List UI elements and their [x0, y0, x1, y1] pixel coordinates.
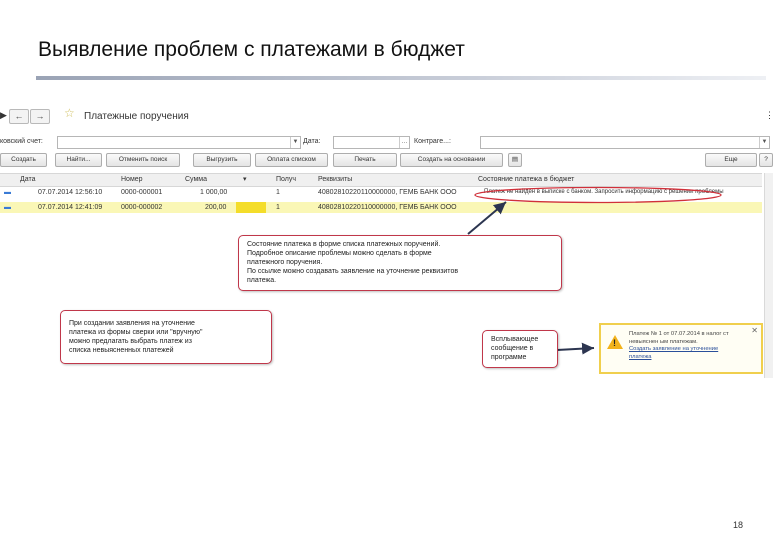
popup-callout: Всплывающее сообщение в программе [482, 330, 558, 368]
date-label: Дата: [303, 138, 321, 145]
column-number[interactable]: Номер [121, 174, 143, 185]
popup-text: Платеж № 1 от 07.07.2014 в налог ст [629, 331, 729, 337]
report-icon[interactable]: ▤ [508, 153, 522, 167]
row-date: 07.07.2014 12:56:10 [38, 189, 103, 196]
arrow-right-icon: → [35, 111, 45, 121]
status-callout-line: платежного поручения. [247, 259, 323, 266]
statement-callout-line: платежа из формы сверки или "вручную" [69, 329, 203, 336]
pay-list-button[interactable]: Оплата списком [255, 153, 328, 167]
row-amount: 1 000,00 [200, 189, 228, 196]
column-sort-icon[interactable]: ▾ [243, 174, 247, 185]
row-details: 40802810220110000000, ГЕМБ БАНК ООО [318, 204, 457, 211]
status-callout-line: Состояние платежа в форме списка платежн… [247, 241, 441, 248]
column-details[interactable]: Реквизиты [318, 174, 352, 185]
statement-callout-line: При создании заявления на уточнение [69, 320, 195, 327]
back-button[interactable]: ← [9, 109, 29, 124]
page-number: 18 [733, 520, 744, 530]
row-amount: 200,00 [205, 204, 227, 211]
warning-icon: ! [607, 335, 623, 349]
table-row[interactable]: ▬ 07.07.2014 12:56:10 0000-000001 1 000,… [0, 187, 762, 198]
account-field[interactable]: ▼ [57, 136, 301, 149]
table-header: Дата Номер Сумма ▾ Получ Реквизиты Состо… [0, 173, 762, 187]
status-callout-line: Подробное описание проблемы можно сделат… [247, 250, 432, 257]
forward-button[interactable]: → [30, 109, 50, 124]
create-button[interactable]: Создать [0, 153, 47, 167]
more-vertical-icon[interactable]: ⋮ [765, 110, 774, 121]
calendar-icon[interactable]: … [399, 137, 409, 148]
row-recipient: 1 [276, 189, 280, 196]
chevron-down-icon[interactable]: ▼ [759, 137, 769, 148]
column-status[interactable]: Состояние платежа в бюджет [478, 174, 574, 185]
find-button[interactable]: Найти... [55, 153, 102, 167]
table-row[interactable]: ▬ 07.07.2014 12:41:09 0000-000002 200,00… [0, 202, 762, 213]
column-amount[interactable]: Сумма [185, 174, 207, 185]
row-status[interactable]: Платеж не найден в выписке с банком. Зап… [484, 187, 724, 198]
close-icon[interactable]: ✕ [751, 326, 758, 335]
row-number: 0000-000002 [121, 204, 163, 211]
left-edge-marker: ▶ [0, 110, 7, 120]
popup-callout-line: сообщение в [491, 345, 534, 352]
column-date[interactable]: Дата [20, 174, 36, 185]
popup-callout-line: Всплывающее [491, 336, 539, 343]
row-recipient: 1 [276, 204, 280, 211]
popup-callout-line: программе [491, 354, 527, 361]
row-date: 07.07.2014 12:41:09 [38, 204, 103, 211]
create-request-link-cont[interactable]: платежа [629, 354, 729, 362]
popup-text: невыяснен ым платежам. [629, 338, 698, 345]
help-button[interactable]: ? [759, 153, 773, 167]
statement-callout-line: списка невыясненных платежей [69, 347, 174, 354]
counterparty-field[interactable]: ▼ [480, 136, 770, 149]
print-button[interactable]: Печать [333, 153, 397, 167]
vertical-scrollbar[interactable] [764, 173, 773, 378]
row-number: 0000-000001 [121, 189, 163, 196]
statement-callout-line: можно предлагать выбрать платеж из [69, 338, 192, 345]
status-callout: Состояние платежа в форме списка платежн… [238, 235, 562, 291]
status-callout-line: По ссылке можно создавать заявление на у… [247, 268, 459, 275]
statement-callout: При создании заявления на уточнение плат… [60, 310, 272, 364]
account-label: ковский счет: [0, 138, 43, 145]
create-request-link[interactable]: Создать заявление на уточнение [629, 346, 729, 354]
doc-icon: ▬ [4, 204, 11, 211]
window-title: Платежные поручения [84, 111, 189, 122]
notification-popup[interactable]: ! ✕ Платеж № 1 от 07.07.2014 в налог ст … [599, 323, 763, 374]
row-details: 40802810220110000000, ГЕМБ БАНК ООО [318, 189, 457, 196]
counterparty-label: Контраге...: [414, 138, 451, 145]
slide-title: Выявление проблем с платежами в бюджет [38, 38, 465, 61]
cancel-search-button[interactable]: Отменить поиск [106, 153, 180, 167]
date-field[interactable]: … [333, 136, 410, 149]
chevron-down-icon[interactable]: ▼ [290, 137, 300, 148]
title-divider [36, 76, 766, 80]
more-button[interactable]: Еще [705, 153, 757, 167]
doc-icon: ▬ [4, 189, 11, 196]
arrow-left-icon: ← [14, 111, 24, 121]
star-icon[interactable]: ☆ [64, 106, 75, 120]
column-recipient[interactable]: Получ [276, 174, 296, 185]
status-callout-line: платежа. [247, 277, 277, 284]
selected-cell [236, 202, 266, 213]
upload-button[interactable]: Выгрузить [193, 153, 251, 167]
create-based-button[interactable]: Создать на основании [400, 153, 503, 167]
